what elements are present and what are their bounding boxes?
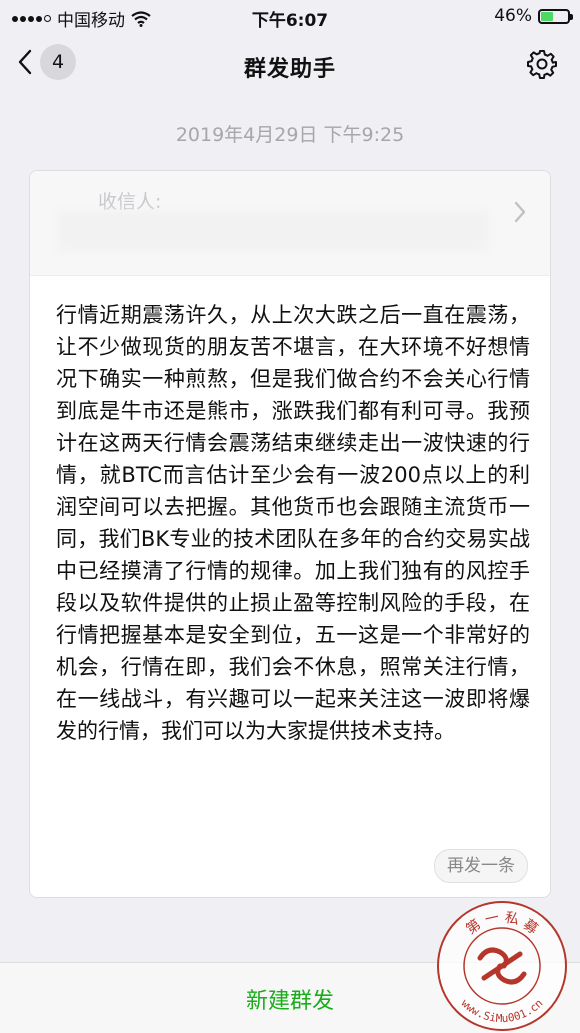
status-bar: 中国移动 下午6:07 46%	[0, 0, 580, 32]
page-title: 群发助手	[243, 57, 336, 82]
gear-icon	[527, 50, 557, 79]
settings-button[interactable]	[526, 48, 558, 84]
status-time: 下午6:07	[251, 11, 329, 31]
nav-bar: 4 群发助手	[0, 34, 580, 98]
battery-percent: 46%	[494, 6, 532, 26]
watermark-logo: 第 一 私 募 www.SiMu001.cn	[437, 901, 567, 1031]
recipients-list-blurred	[58, 211, 488, 251]
status-right: 46%	[494, 6, 573, 26]
chevron-right-icon	[514, 201, 526, 223]
recipients-row[interactable]: 收信人:	[30, 171, 550, 276]
message-body: 行情近期震荡许久，从上次大跌之后一直在震荡，让不少做现货的朋友苦不堪言，在大环境…	[56, 303, 530, 743]
broadcast-message-card: 收信人: 行情近期震荡许久，从上次大跌之后一直在震荡，让不少做现货的朋友苦不堪言…	[29, 170, 551, 898]
recipients-label: 收信人:	[98, 191, 162, 213]
message-timestamp: 2019年4月29日 下午9:25	[175, 124, 405, 146]
resend-button[interactable]: 再发一条	[434, 849, 528, 883]
battery-icon	[538, 8, 573, 24]
